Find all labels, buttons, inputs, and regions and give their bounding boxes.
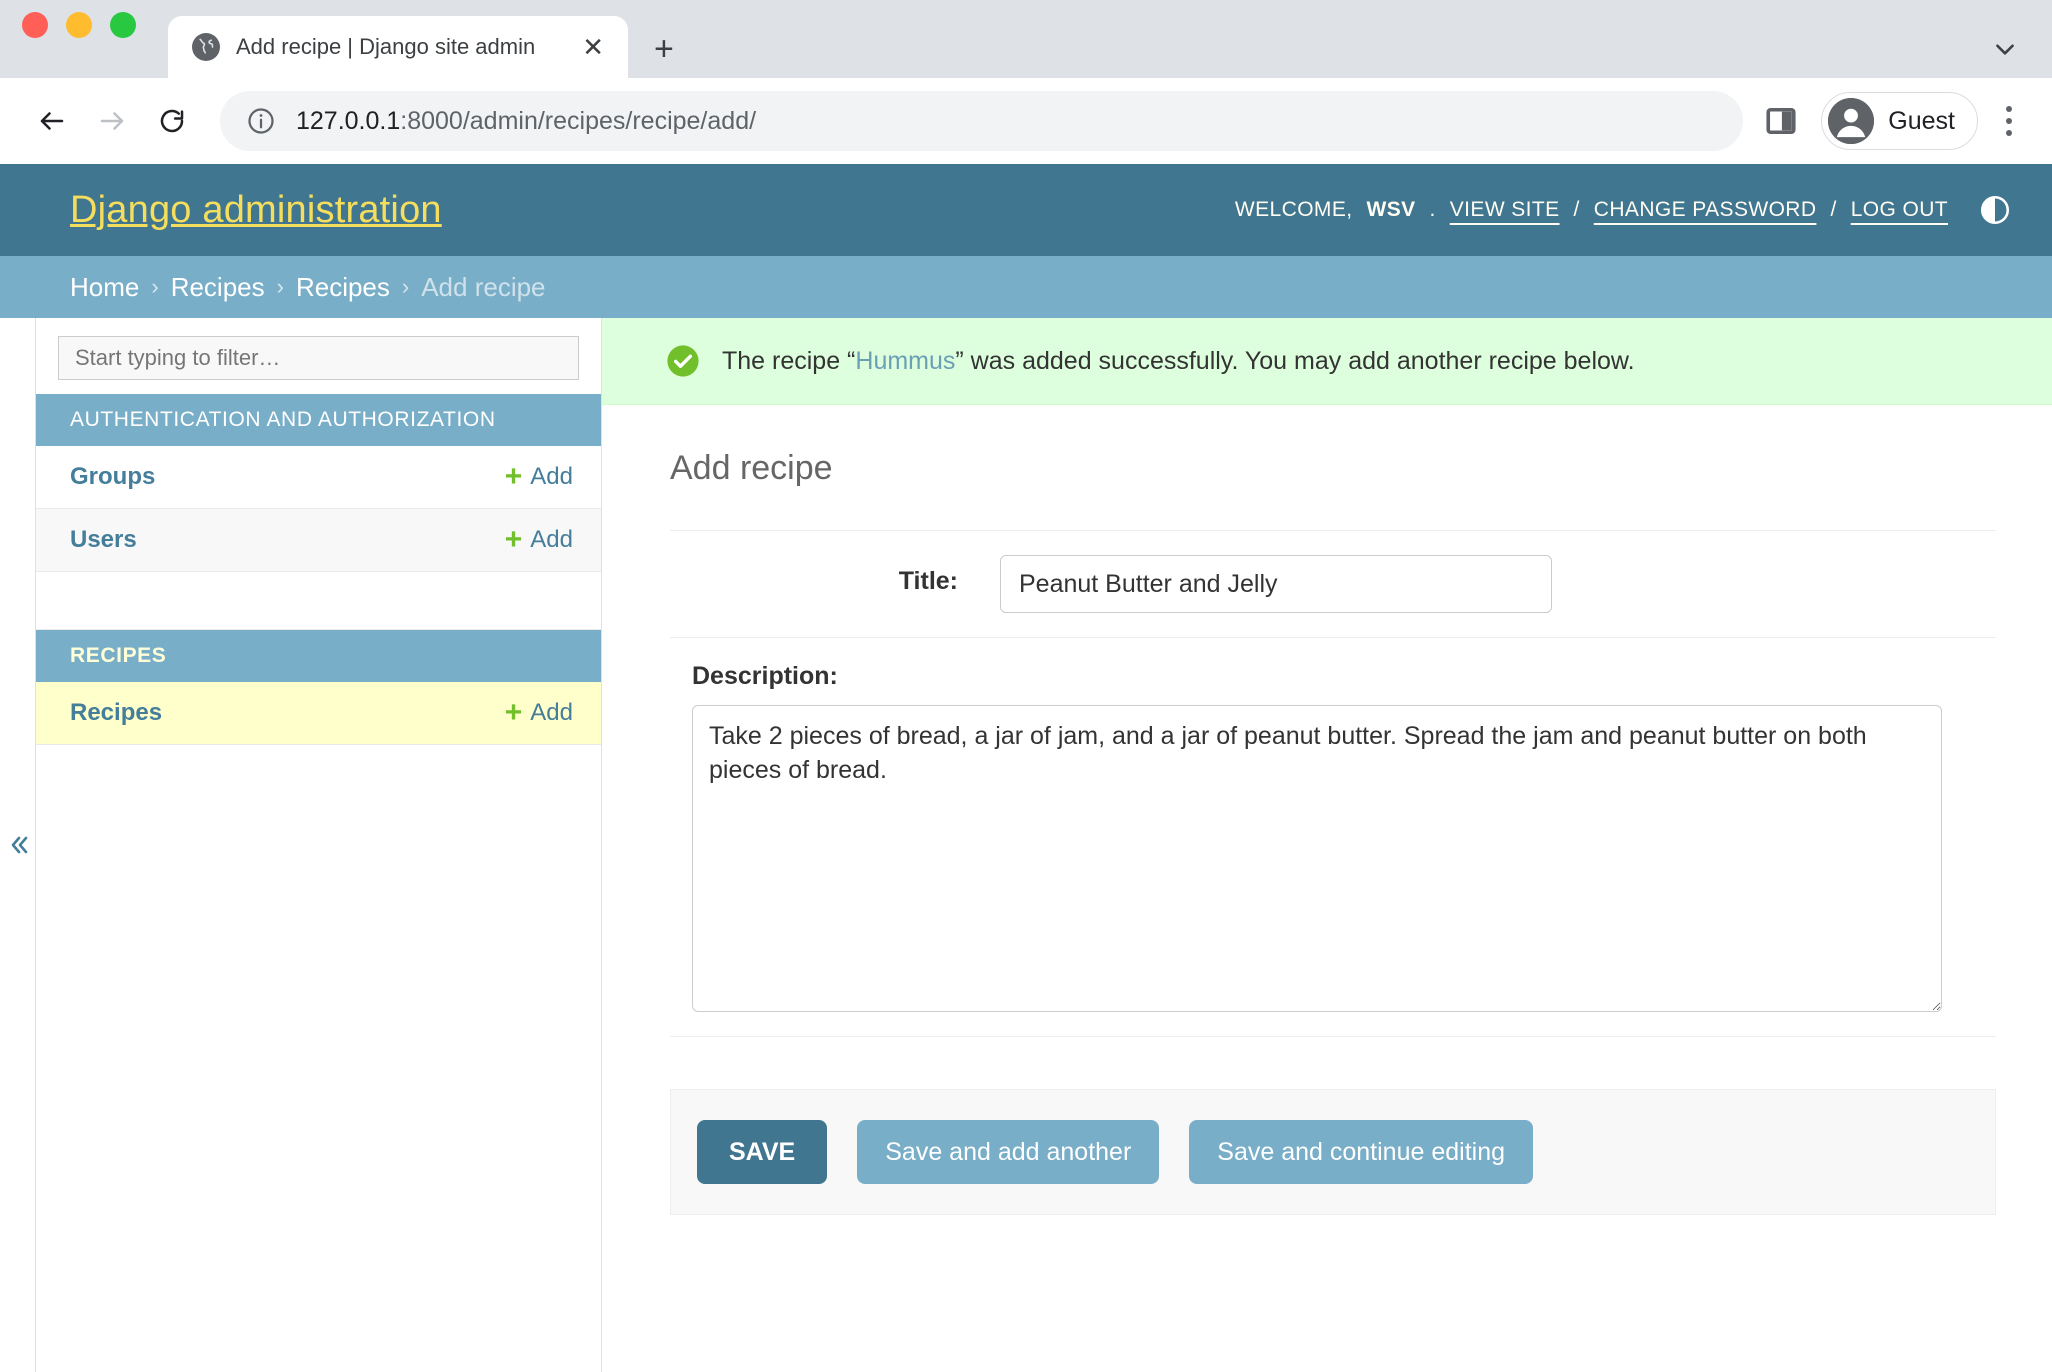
form-module: Title: Description: xyxy=(670,530,1996,1037)
sidebar-link-groups[interactable]: Groups xyxy=(70,463,155,491)
save-and-add-another-button[interactable]: Save and add another xyxy=(857,1120,1160,1184)
add-recipes-button[interactable]: + Add xyxy=(505,698,573,728)
sidebar-item-recipes: Recipes + Add xyxy=(36,682,601,745)
back-arrow-icon[interactable] xyxy=(22,91,82,151)
kebab-dot xyxy=(2006,106,2012,112)
kebab-menu-icon[interactable] xyxy=(1992,106,2026,136)
url-host: 127.0.0.1 xyxy=(296,106,401,135)
reload-icon[interactable] xyxy=(142,91,202,151)
sidebar-divider xyxy=(36,572,601,630)
browser-window: Add recipe | Django site admin ✕ + 127.0… xyxy=(0,0,2052,1372)
kebab-dot xyxy=(2006,118,2012,124)
page-title: Add recipe xyxy=(670,449,833,487)
browser-toolbar: 127.0.0.1:8000/admin/recipes/recipe/add/… xyxy=(0,78,2052,164)
site-branding[interactable]: Django administration xyxy=(70,189,442,232)
minimize-window-button[interactable] xyxy=(66,12,92,38)
browser-tabstrip: Add recipe | Django site admin ✕ + xyxy=(0,0,2052,78)
profile-name: Guest xyxy=(1888,106,1955,135)
breadcrumb-separator: › xyxy=(276,274,284,299)
double-chevron-left-icon xyxy=(6,832,30,858)
browser-tab-active[interactable]: Add recipe | Django site admin ✕ xyxy=(168,16,628,78)
message-suffix: ” was added successfully. You may add an… xyxy=(955,346,1635,375)
sidebar-collapse-toggle[interactable] xyxy=(0,318,36,1372)
info-circle-icon[interactable] xyxy=(246,106,276,136)
sidebar-link-recipes[interactable]: Recipes xyxy=(70,699,162,727)
welcome-period: . xyxy=(1429,198,1436,221)
add-label: Add xyxy=(530,699,573,726)
description-field[interactable] xyxy=(692,705,1942,1012)
browser-tab-title: Add recipe | Django site admin xyxy=(236,34,536,59)
plus-icon: + xyxy=(504,523,523,556)
breadcrumb-separator: › xyxy=(401,274,410,299)
sidebar-link-users[interactable]: Users xyxy=(70,526,137,554)
link-separator: / xyxy=(1573,198,1580,221)
url-path: :8000/admin/recipes/recipe/add/ xyxy=(400,106,757,135)
maximize-window-button[interactable] xyxy=(110,12,136,38)
content-main: Add recipe Title: Description: xyxy=(602,449,2052,1215)
save-and-continue-editing-button[interactable]: Save and continue editing xyxy=(1189,1120,1534,1184)
save-button[interactable]: SAVE xyxy=(697,1120,828,1184)
breadcrumb-item-app[interactable]: Recipes xyxy=(171,272,265,303)
window-controls xyxy=(22,0,136,78)
success-message: The recipe “Hummus” was added successful… xyxy=(602,318,2052,405)
title-label: Title: xyxy=(898,567,958,595)
plus-icon: + xyxy=(504,460,523,493)
link-separator: / xyxy=(1830,198,1837,221)
close-window-button[interactable] xyxy=(22,12,48,38)
kebab-dot xyxy=(2006,130,2012,136)
forward-arrow-icon[interactable] xyxy=(82,91,142,151)
breadcrumb: Home › Recipes › Recipes › Add recipe xyxy=(0,256,2052,318)
view-site-link[interactable]: VIEW SITE xyxy=(1450,198,1560,222)
address-bar-url: 127.0.0.1:8000/admin/recipes/recipe/add/ xyxy=(296,107,756,136)
address-bar[interactable]: 127.0.0.1:8000/admin/recipes/recipe/add/ xyxy=(220,91,1744,151)
add-groups-button[interactable]: + Add xyxy=(505,462,573,492)
theme-toggle-icon[interactable] xyxy=(1978,193,2012,227)
avatar-icon xyxy=(1828,98,1875,144)
user-tools: WELCOME, WSV. VIEW SITE / CHANGE PASSWOR… xyxy=(1235,193,2012,227)
description-label: Description: xyxy=(692,662,838,690)
add-users-button[interactable]: + Add xyxy=(505,525,573,555)
side-panel-icon[interactable] xyxy=(1763,103,1799,139)
message-object-link[interactable]: Hummus xyxy=(855,347,955,375)
message-prefix: The recipe “ xyxy=(722,346,856,375)
log-out-link[interactable]: LOG OUT xyxy=(1851,198,1948,222)
sidebar-filter[interactable] xyxy=(58,336,579,380)
breadcrumb-item-model[interactable]: Recipes xyxy=(296,272,390,303)
plus-icon: + xyxy=(504,696,523,729)
add-label: Add xyxy=(530,526,573,553)
username: WSV xyxy=(1366,198,1416,221)
form-row-title: Title: xyxy=(670,531,1996,638)
django-sidebar: AUTHENTICATION AND AUTHORIZATION Groups … xyxy=(36,318,602,1372)
django-content: The recipe “Hummus” was added successful… xyxy=(602,318,2052,1372)
django-body: AUTHENTICATION AND AUTHORIZATION Groups … xyxy=(0,318,2052,1372)
django-header: Django administration WELCOME, WSV. VIEW… xyxy=(0,164,2052,256)
chevron-down-icon[interactable] xyxy=(1992,36,2018,62)
close-icon[interactable]: ✕ xyxy=(578,34,608,60)
form-row-description: Description: xyxy=(670,638,1996,1037)
sidebar-empty-area xyxy=(36,745,601,1372)
globe-icon xyxy=(192,33,220,61)
app-caption-recipes[interactable]: RECIPES xyxy=(36,630,601,682)
sidebar-item-users: Users + Add xyxy=(36,509,601,572)
search-input[interactable] xyxy=(73,344,564,372)
sidebar-item-groups: Groups + Add xyxy=(36,446,601,509)
profile-button[interactable]: Guest xyxy=(1821,92,1978,150)
django-admin-page: Django administration WELCOME, WSV. VIEW… xyxy=(0,164,2052,1372)
title-field-wrapper xyxy=(1000,555,1996,613)
success-check-icon xyxy=(666,344,700,378)
submit-row: SAVE Save and add another Save and conti… xyxy=(670,1089,1996,1215)
success-message-text: The recipe “Hummus” was added successful… xyxy=(722,347,1635,376)
breadcrumb-item-current: Add recipe xyxy=(421,271,546,302)
breadcrumb-item-home[interactable]: Home xyxy=(70,272,139,303)
app-caption-auth[interactable]: AUTHENTICATION AND AUTHORIZATION xyxy=(36,394,601,446)
welcome-text: WELCOME, xyxy=(1234,198,1353,221)
change-password-link[interactable]: CHANGE PASSWORD xyxy=(1594,198,1817,222)
title-field[interactable] xyxy=(1000,555,1552,613)
add-label: Add xyxy=(530,463,573,490)
breadcrumb-separator: › xyxy=(151,274,159,299)
new-tab-button[interactable]: + xyxy=(654,32,674,66)
